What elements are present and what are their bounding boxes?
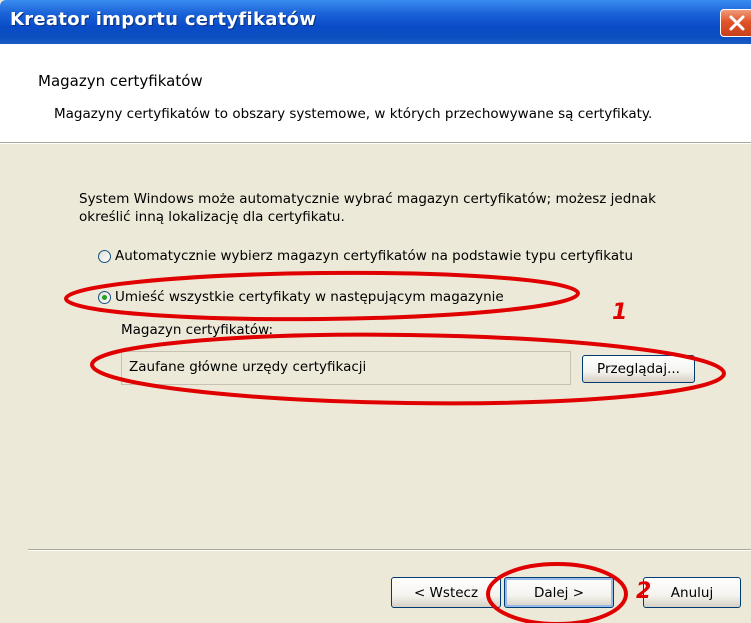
- close-button[interactable]: [720, 9, 751, 37]
- radio-auto-select[interactable]: Automatycznie wybierz magazyn certyfikat…: [98, 247, 633, 265]
- cancel-button[interactable]: Anuluj: [643, 577, 741, 608]
- back-button[interactable]: < Wstecz: [391, 577, 501, 608]
- radio-manual-select[interactable]: Umieść wszystkie certyfikaty w następują…: [98, 288, 504, 306]
- radio-auto-label[interactable]: Automatycznie wybierz magazyn certyfikat…: [115, 248, 633, 264]
- header-divider: [0, 142, 751, 144]
- wizard-header: Magazyn certyfikatów Magazyny certyfikat…: [0, 44, 751, 142]
- radio-auto-indicator[interactable]: [98, 249, 111, 263]
- page-description: Magazyny certyfikatów to obszary systemo…: [54, 106, 653, 122]
- window-title: Kreator importu certyfikatów: [10, 9, 317, 30]
- browse-button[interactable]: Przeglądaj...: [582, 355, 695, 383]
- store-field: Zaufane główne urzędy certyfikacji: [121, 351, 571, 385]
- footer-divider: [28, 549, 751, 551]
- title-bar: Kreator importu certyfikatów: [0, 0, 751, 44]
- radio-manual-indicator[interactable]: [98, 290, 111, 304]
- intro-text: System Windows może automatycznie wybrać…: [79, 191, 656, 225]
- annotation-number-1: 1: [612, 300, 628, 325]
- store-field-label: Magazyn certyfikatów:: [121, 322, 274, 338]
- page-title: Magazyn certyfikatów: [38, 72, 203, 90]
- close-icon: [729, 15, 745, 31]
- next-button[interactable]: Dalej >: [504, 577, 614, 608]
- radio-manual-label[interactable]: Umieść wszystkie certyfikaty w następują…: [115, 289, 504, 305]
- annotation-number-2: 2: [636, 579, 652, 604]
